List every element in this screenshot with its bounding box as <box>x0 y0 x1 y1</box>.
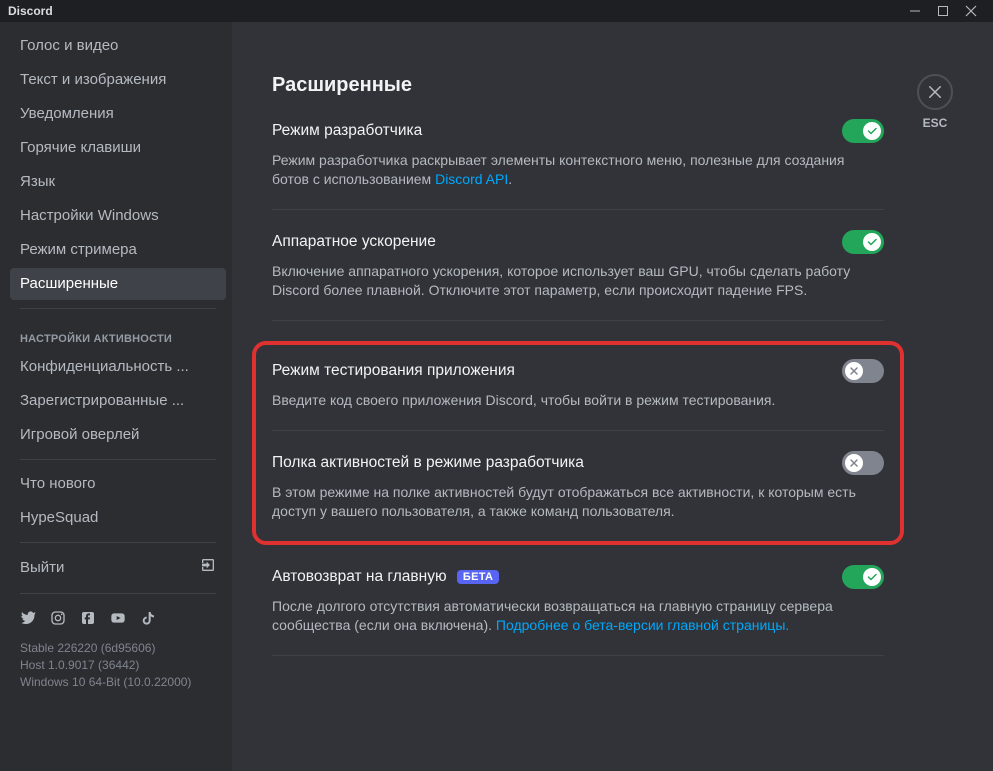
sidebar-separator <box>20 459 216 460</box>
sidebar-item-activity-privacy[interactable]: Конфиденциальность ... <box>10 351 226 383</box>
setting-desc: Режим разработчика раскрывает элементы к… <box>272 151 884 189</box>
setting-title: Автовозврат на главную БЕТА <box>272 568 499 586</box>
social-links <box>10 602 226 634</box>
setting-desc: Включение аппаратного ускорения, которое… <box>272 262 884 300</box>
tiktok-icon[interactable] <box>140 610 156 626</box>
sidebar-item-streamer-mode[interactable]: Режим стримера <box>10 234 226 266</box>
setting-title: Режим разработчика <box>272 122 422 140</box>
app-name: Discord <box>8 4 53 18</box>
sidebar-item-windows-settings[interactable]: Настройки Windows <box>10 200 226 232</box>
beta-badge: БЕТА <box>457 570 499 584</box>
setting-desc: После долгого отсутствия автоматически в… <box>272 597 884 635</box>
sidebar-separator <box>20 542 216 543</box>
instagram-icon[interactable] <box>50 610 66 626</box>
facebook-icon[interactable] <box>80 610 96 626</box>
setting-title: Полка активностей в режиме разработчика <box>272 454 584 472</box>
sidebar-item-logout[interactable]: Выйти <box>10 551 226 585</box>
sidebar-item-voice-video[interactable]: Голос и видео <box>10 30 226 62</box>
setting-title: Аппаратное ускорение <box>272 233 436 251</box>
settings-sidebar: Голос и видео Текст и изображения Уведом… <box>0 22 232 771</box>
twitter-icon[interactable] <box>20 610 36 626</box>
sidebar-item-notifications[interactable]: Уведомления <box>10 98 226 130</box>
sidebar-item-keybinds[interactable]: Горячие клавиши <box>10 132 226 164</box>
titlebar: Discord <box>0 0 993 22</box>
setting-developer-mode: Режим разработчика Режим разработчика ра… <box>272 119 884 210</box>
close-settings-button[interactable] <box>917 74 953 110</box>
minimize-button[interactable] <box>901 0 929 22</box>
settings-main: ESC Расширенные Режим разработчика Режим… <box>232 22 993 771</box>
sidebar-item-whats-new[interactable]: Что нового <box>10 468 226 500</box>
youtube-icon[interactable] <box>110 610 126 626</box>
version-info: Stable 226220 (6d95606) Host 1.0.9017 (3… <box>10 634 226 697</box>
setting-desc: Введите код своего приложения Discord, ч… <box>272 391 884 410</box>
page-title: Расширенные <box>272 74 953 97</box>
logout-icon <box>200 557 216 579</box>
toggle-activity-shelf-dev[interactable] <box>842 451 884 475</box>
setting-auto-return-home: Автовозврат на главную БЕТА После долгог… <box>272 565 884 656</box>
sidebar-header-activity: НАСТРОЙКИ АКТИВНОСТИ <box>10 317 226 351</box>
toggle-app-test-mode[interactable] <box>842 359 884 383</box>
home-beta-link[interactable]: Подробнее о бета-версии главной страницы… <box>496 617 789 633</box>
setting-activity-shelf-dev: Полка активностей в режиме разработчика … <box>272 451 884 537</box>
setting-title: Режим тестирования приложения <box>272 362 515 380</box>
sidebar-item-language[interactable]: Язык <box>10 166 226 198</box>
maximize-button[interactable] <box>929 0 957 22</box>
toggle-auto-return-home[interactable] <box>842 565 884 589</box>
sidebar-item-game-overlay[interactable]: Игровой оверлей <box>10 419 226 451</box>
sidebar-item-advanced[interactable]: Расширенные <box>10 268 226 300</box>
setting-app-test-mode: Режим тестирования приложения Введите ко… <box>272 359 884 431</box>
setting-desc: В этом режиме на полке активностей будут… <box>272 483 884 521</box>
window-close-button[interactable] <box>957 0 985 22</box>
sidebar-separator <box>20 308 216 309</box>
sidebar-item-hypesquad[interactable]: HypeSquad <box>10 502 226 534</box>
sidebar-item-text-images[interactable]: Текст и изображения <box>10 64 226 96</box>
toggle-developer-mode[interactable] <box>842 119 884 143</box>
highlighted-section: Режим тестирования приложения Введите ко… <box>252 341 904 545</box>
esc-label: ESC <box>923 116 948 130</box>
sidebar-separator <box>20 593 216 594</box>
discord-api-link[interactable]: Discord API <box>435 171 508 187</box>
toggle-hardware-accel[interactable] <box>842 230 884 254</box>
sidebar-item-registered-games[interactable]: Зарегистрированные ... <box>10 385 226 417</box>
setting-hardware-accel: Аппаратное ускорение Включение аппаратно… <box>272 230 884 321</box>
